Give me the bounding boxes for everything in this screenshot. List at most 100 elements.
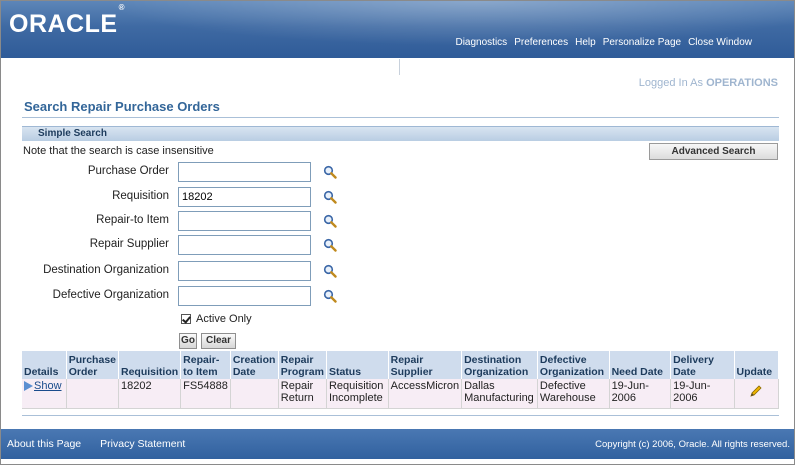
destination-organization-line1: Dallas <box>464 380 495 392</box>
defective-organization-line1: Defective <box>539 380 586 392</box>
defective-organization-input[interactable] <box>178 286 311 306</box>
requisition-cell: 18202 <box>118 379 182 409</box>
defective-organization-cell: Defective Warehouse <box>537 379 610 409</box>
col-destination-organization: Destination Organization <box>461 351 538 379</box>
col-repair-program: Repair Program <box>278 351 327 379</box>
col-purchase-order: Purchase Order <box>66 351 120 379</box>
repair-to-item-input[interactable] <box>178 211 311 231</box>
col-defective-organization-line1: Defective <box>539 354 587 366</box>
repair-supplier-cell: AccessMicron <box>388 379 463 409</box>
col-repair-program-line2: Program <box>280 366 324 378</box>
repair-supplier-row: Repair Supplier <box>1 235 341 255</box>
search-icon[interactable] <box>323 264 337 278</box>
advanced-search-button[interactable]: Advanced Search <box>649 143 778 160</box>
oracle-page: ORACLE® Diagnostics Preferences Help Per… <box>0 0 795 465</box>
defective-organization-label: Defective Organization <box>52 289 169 301</box>
col-repair-to-item-line1: Repair- <box>183 354 220 366</box>
col-defective-organization: Defective Organization <box>537 351 610 379</box>
status-line2: Incomplete <box>328 392 383 404</box>
update-cell <box>734 379 780 409</box>
logo-text: ORACLE <box>9 10 118 38</box>
repair-program-line2: Return <box>280 392 314 404</box>
simple-search-header: Simple Search <box>22 126 779 141</box>
col-delivery-date: Delivery Date <box>670 351 735 379</box>
content-bottom-rule <box>22 415 779 416</box>
diagnostics-link[interactable]: Diagnostics <box>455 37 507 48</box>
search-icon[interactable] <box>323 165 337 179</box>
search-icon[interactable] <box>323 289 337 303</box>
destination-organization-input[interactable] <box>178 261 311 281</box>
col-repair-program-line1: Repair <box>280 354 314 366</box>
close-window-link[interactable]: Close Window <box>688 37 752 48</box>
col-destination-organization-line2: Organization <box>464 366 529 378</box>
search-icon[interactable] <box>323 214 337 228</box>
show-details-link[interactable]: Show <box>34 380 62 392</box>
active-only-checkbox[interactable] <box>181 314 191 324</box>
col-repair-to-item: Repair-to Item <box>180 351 231 379</box>
footer-bar: About this Page Privacy Statement Copyri… <box>1 429 794 459</box>
repair-to-item-row: Repair-to Item <box>1 211 341 231</box>
about-this-page-link[interactable]: About this Page <box>7 438 81 450</box>
table-row: Show 18202 FS54888 Repair Return Requisit… <box>22 379 780 409</box>
col-repair-supplier-line1: Repair <box>390 354 424 366</box>
purchase-order-label: Purchase Order <box>87 165 169 177</box>
creation-date-cell <box>230 379 279 409</box>
active-only-label: Active Only <box>196 313 252 325</box>
logo-mark: ® <box>118 2 125 12</box>
page-title: Search Repair Purchase Orders <box>24 99 220 114</box>
go-button[interactable]: Go <box>179 333 197 349</box>
repair-to-item-label: Repair-to Item <box>96 214 169 226</box>
col-repair-to-item-line2: to Item <box>183 366 218 378</box>
destination-organization-label: Destination Organization <box>43 264 169 276</box>
personalize-page-link[interactable]: Personalize Page <box>603 37 681 48</box>
header-divider <box>399 59 400 75</box>
status-line1: Requisition <box>328 380 384 392</box>
help-link[interactable]: Help <box>575 37 596 48</box>
col-repair-supplier-line2: Supplier <box>390 366 433 378</box>
logged-in-as: Logged In As OPERATIONS <box>639 77 778 89</box>
need-date-cell: 19-Jun-2006 <box>609 379 672 409</box>
destination-organization-cell: Dallas Manufacturing <box>461 379 538 409</box>
copyright-text: Copyright (c) 2006, Oracle. All rights r… <box>595 439 790 450</box>
simple-search-title: Simple Search <box>38 128 107 139</box>
global-header: ORACLE® Diagnostics Preferences Help Per… <box>1 1 794 58</box>
global-links: Diagnostics Preferences Help Personalize… <box>455 37 752 48</box>
clear-button[interactable]: Clear <box>201 333 236 349</box>
search-icon[interactable] <box>323 238 337 252</box>
col-creation-date: Creation Date <box>230 351 279 379</box>
requisition-row: Requisition 18202 <box>1 187 341 207</box>
purchase-order-input[interactable] <box>178 162 311 182</box>
col-purchase-order-line1: Purchase <box>68 354 116 366</box>
purchase-order-row: Purchase Order <box>1 162 341 182</box>
results-table: Details Purchase Order Requisition Repair… <box>22 351 780 409</box>
col-repair-supplier: Repair Supplier <box>388 351 463 379</box>
purchase-order-cell <box>66 379 120 409</box>
requisition-input[interactable]: 18202 <box>178 187 311 207</box>
repair-program-cell: Repair Return <box>278 379 327 409</box>
details-cell: Show <box>22 379 67 409</box>
requisition-label: Requisition <box>112 190 169 202</box>
col-requisition: Requisition <box>118 351 182 379</box>
footer-links: About this Page Privacy Statement <box>7 438 185 450</box>
table-header-row: Details Purchase Order Requisition Repair… <box>22 351 780 379</box>
col-status: Status <box>326 351 389 379</box>
title-rule <box>22 117 779 118</box>
repair-supplier-input[interactable] <box>178 235 311 255</box>
col-delivery-date-line2: Date <box>673 366 696 378</box>
col-creation-date-line2: Date <box>232 366 256 378</box>
col-defective-organization-line2: Organization <box>539 366 605 378</box>
col-update: Update <box>734 351 780 379</box>
logged-in-user: OPERATIONS <box>706 77 778 89</box>
logged-in-prefix: Logged In As <box>638 77 707 89</box>
preferences-link[interactable]: Preferences <box>514 37 568 48</box>
search-icon[interactable] <box>323 190 337 204</box>
privacy-statement-link[interactable]: Privacy Statement <box>100 438 185 450</box>
col-need-date: Need Date <box>609 351 672 379</box>
case-note: Note that the search is case insensitive <box>23 145 214 157</box>
defective-organization-row: Defective Organization <box>1 286 341 306</box>
col-details: Details <box>22 351 67 379</box>
col-purchase-order-line2: Order <box>68 366 98 378</box>
defective-organization-line2: Warehouse <box>539 392 596 404</box>
triangle-right-icon[interactable] <box>24 381 33 392</box>
pencil-icon[interactable] <box>748 383 764 399</box>
